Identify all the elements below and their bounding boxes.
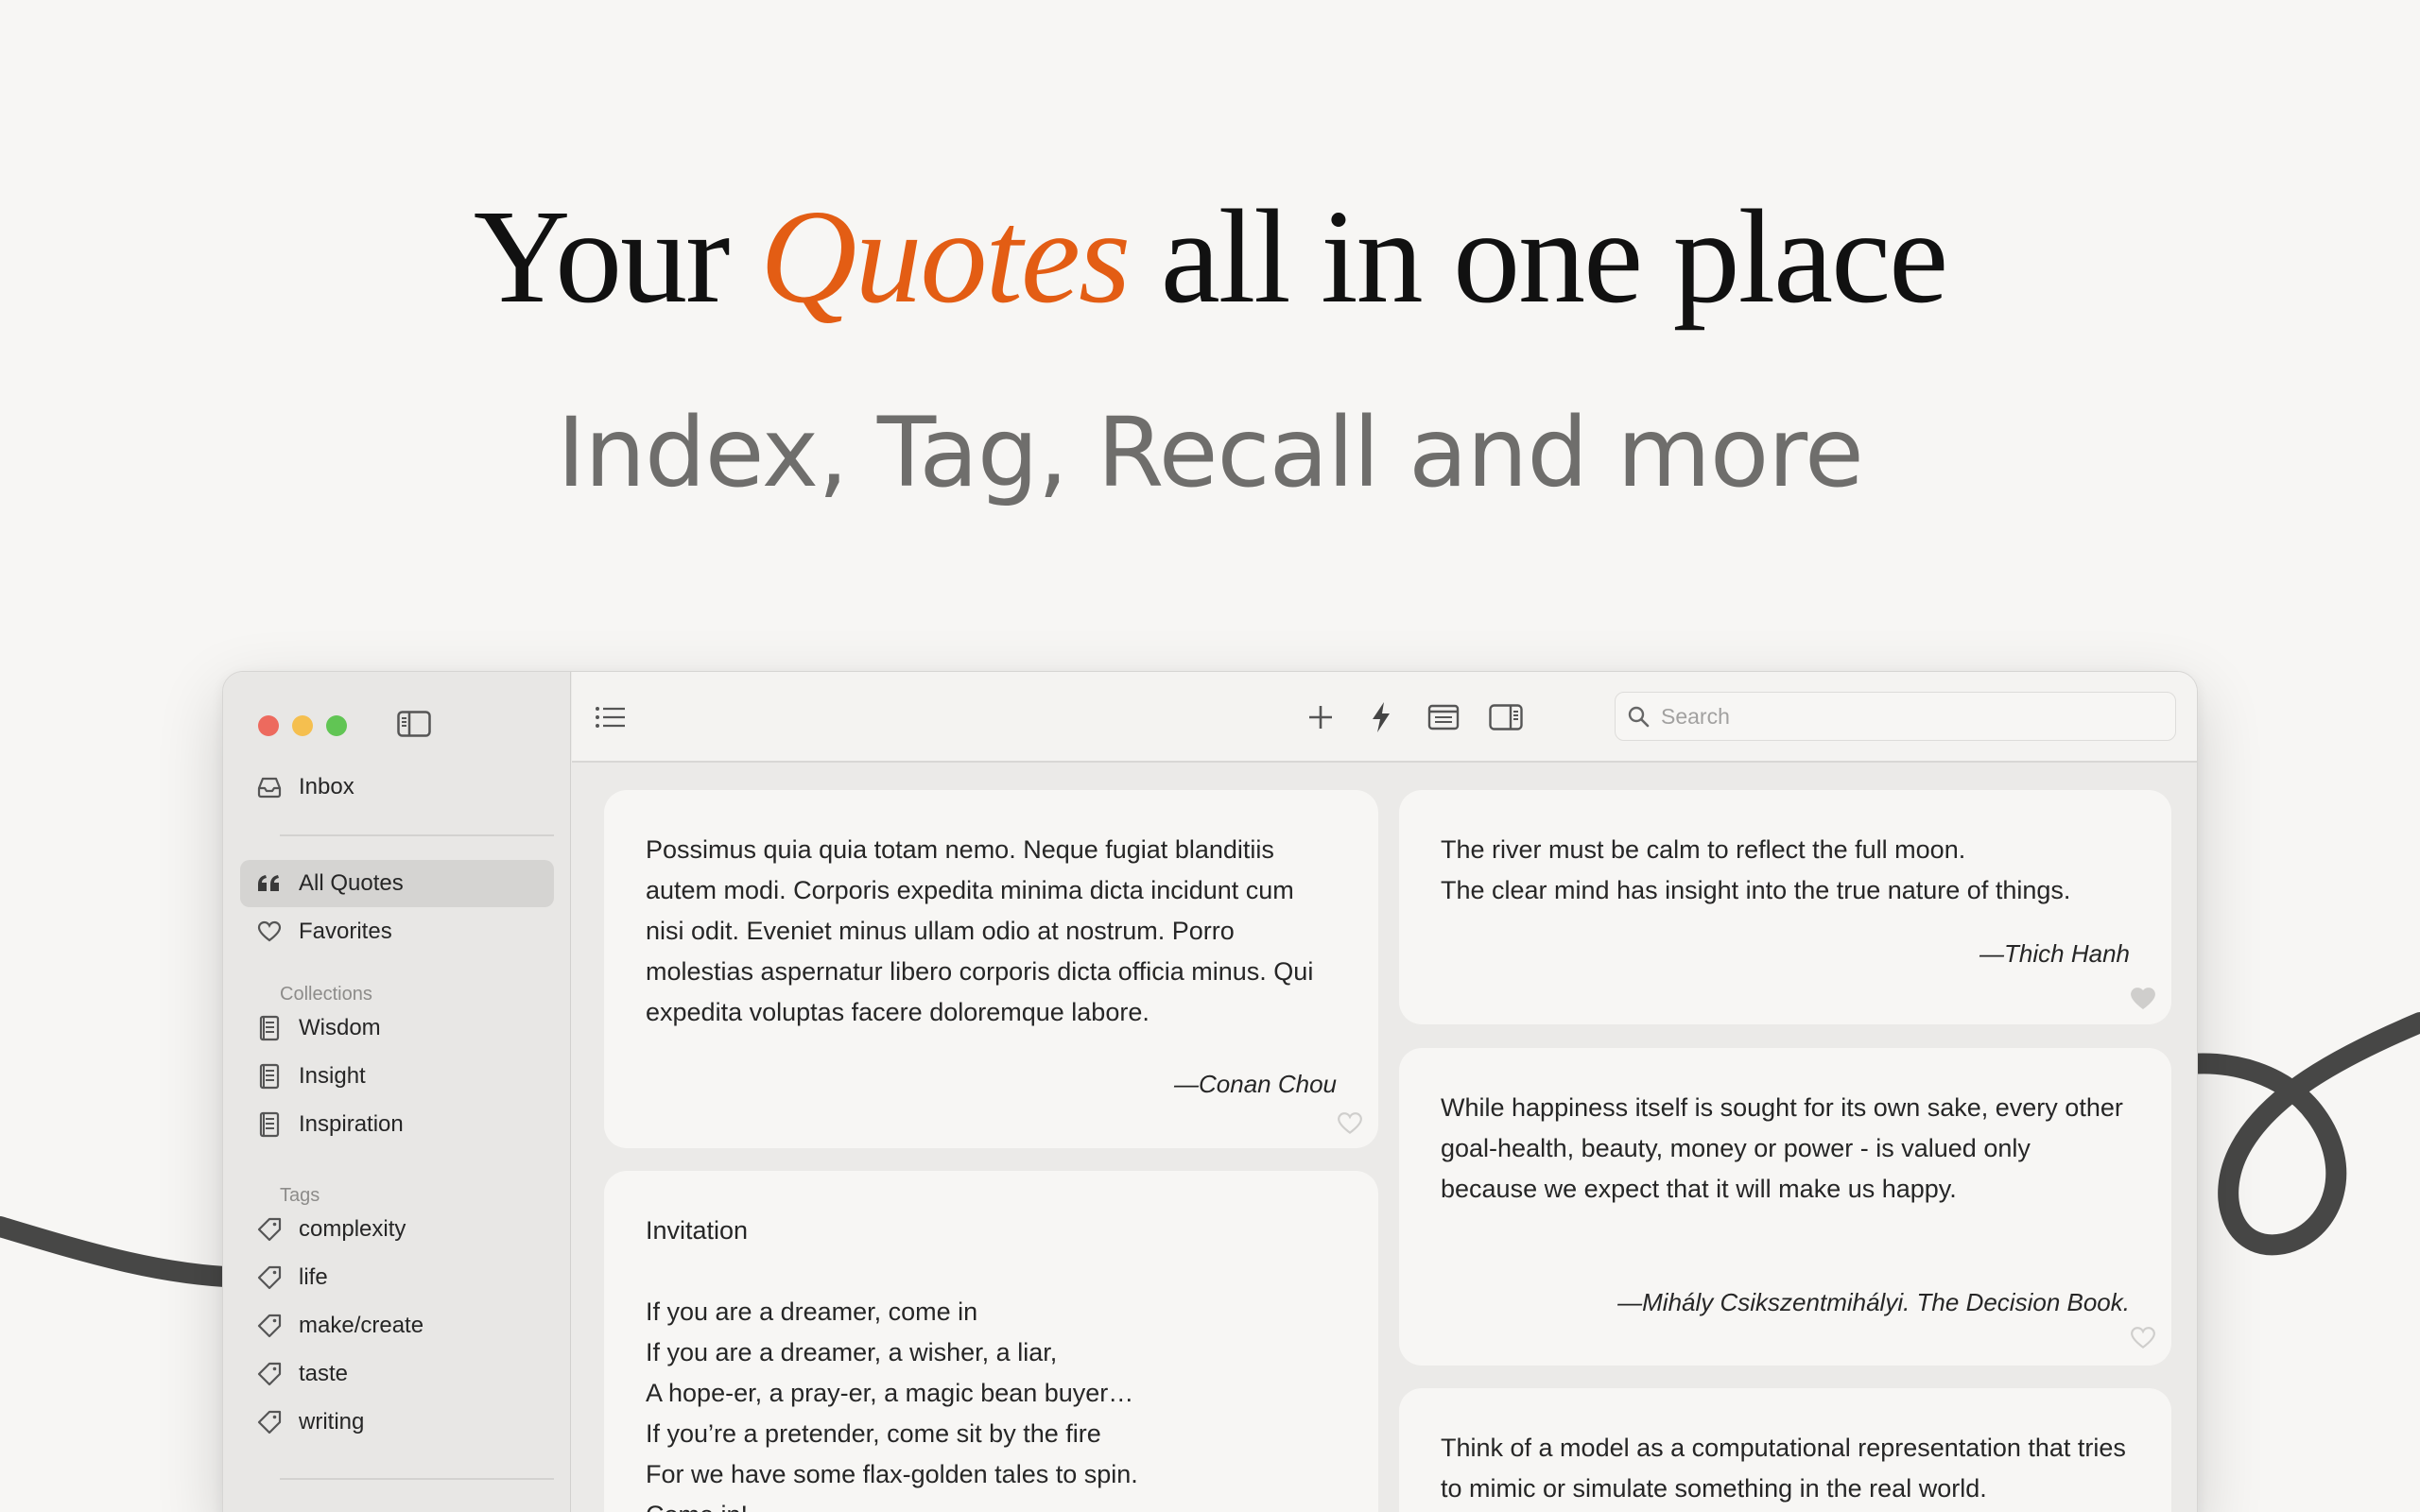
search-input[interactable] <box>1661 703 2152 730</box>
heart-icon[interactable] <box>2130 987 2156 1011</box>
collections-header: Collections <box>280 984 372 1005</box>
card-view-icon <box>1427 704 1460 730</box>
headline-part-1: Your <box>473 181 760 331</box>
tag-icon <box>255 1360 284 1388</box>
sidebar-item-tag-taste[interactable]: taste <box>240 1350 554 1398</box>
quote-icon <box>255 869 284 898</box>
sidebar-item-label: All Quotes <box>299 870 404 896</box>
toolbar <box>572 672 2197 763</box>
search-icon <box>1628 706 1650 728</box>
sidebar-toggle-icon <box>397 711 431 737</box>
sidebar-item-all-quotes[interactable]: All Quotes <box>240 860 554 907</box>
hero-subheadline: Index, Tag, Recall and more <box>557 397 1863 509</box>
quote-author: —Thich Hanh <box>1979 939 2130 968</box>
heart-icon <box>255 918 284 946</box>
heart-icon[interactable] <box>2130 1326 2156 1350</box>
list-icon <box>596 707 625 728</box>
notebook-icon <box>255 1014 284 1042</box>
sidebar-item-label: Inbox <box>299 774 354 799</box>
sidebar-item-label: make/create <box>299 1313 424 1338</box>
window-controls <box>258 715 347 736</box>
sidebar-item-tag-complexity[interactable]: complexity <box>240 1206 554 1253</box>
quote-card[interactable]: Possimus quia quia totam nemo. Neque fug… <box>604 790 1378 1148</box>
sidebar-item-label: Wisdom <box>299 1015 381 1040</box>
quote-text: While happiness itself is sought for its… <box>1441 1093 2123 1203</box>
sidebar-item-favorites[interactable]: Favorites <box>240 908 554 955</box>
quote-text: Possimus quia quia totam nemo. Neque fug… <box>646 835 1314 1026</box>
inbox-icon <box>255 773 284 801</box>
inspector-toggle-icon <box>1489 704 1523 730</box>
sidebar-item-insight[interactable]: Insight <box>240 1053 554 1100</box>
notebook-icon <box>255 1062 284 1091</box>
quick-capture-button[interactable] <box>1358 695 1404 740</box>
notebook-icon <box>255 1110 284 1139</box>
sidebar-item-tag-writing[interactable]: writing <box>240 1399 554 1446</box>
sidebar-toggle-button[interactable] <box>392 702 436 746</box>
zoom-window-button[interactable] <box>326 715 347 736</box>
headline-part-2: all in one place <box>1129 181 1948 331</box>
sidebar-item-inspiration[interactable]: Inspiration <box>240 1101 554 1148</box>
plus-icon <box>1309 706 1332 729</box>
minimize-window-button[interactable] <box>292 715 313 736</box>
quote-text: Think of a model as a computational repr… <box>1441 1434 2126 1503</box>
tag-icon <box>255 1215 284 1244</box>
card-view-button[interactable] <box>1421 695 1466 740</box>
sidebar-item-label: Favorites <box>299 919 392 944</box>
quote-card[interactable]: The river must be calm to reflect the fu… <box>1399 790 2171 1024</box>
add-quote-button[interactable] <box>1298 695 1343 740</box>
tag-icon <box>255 1408 284 1436</box>
sidebar-item-tag-make-create[interactable]: make/create <box>240 1302 554 1349</box>
sidebar-item-wisdom[interactable]: Wisdom <box>240 1005 554 1052</box>
sidebar-divider <box>280 834 554 836</box>
app-window: Inbox All Quotes Favorites Collections W… <box>222 671 2198 1512</box>
inspector-toggle-button[interactable] <box>1483 695 1529 740</box>
sidebar-item-label: complexity <box>299 1216 406 1242</box>
sidebar-item-inbox[interactable]: Inbox <box>240 764 554 811</box>
list-view-button[interactable] <box>588 695 633 740</box>
sidebar-item-label: life <box>299 1264 328 1290</box>
tag-icon <box>255 1312 284 1340</box>
sidebar-item-tag-life[interactable]: life <box>240 1254 554 1301</box>
sidebar-item-label: Inspiration <box>299 1111 404 1137</box>
quote-author: —Mihály Csikszentmihályi. The Decision B… <box>1617 1288 2130 1316</box>
quote-card[interactable]: Invitation If you are a dreamer, come in… <box>604 1171 1378 1512</box>
search-field[interactable] <box>1615 692 2176 741</box>
quote-card[interactable]: Think of a model as a computational repr… <box>1399 1388 2171 1512</box>
main-content: Possimus quia quia totam nemo. Neque fug… <box>572 672 2197 1512</box>
sidebar: Inbox All Quotes Favorites Collections W… <box>223 672 571 1512</box>
sidebar-item-label: Insight <box>299 1063 366 1089</box>
tag-icon <box>255 1263 284 1292</box>
quote-text: The river must be calm to reflect the fu… <box>1441 835 2071 904</box>
quote-text: Invitation If you are a dreamer, come in… <box>646 1216 1138 1512</box>
lightning-icon <box>1373 702 1390 732</box>
sidebar-item-label: taste <box>299 1361 349 1386</box>
sidebar-item-label: writing <box>299 1409 365 1435</box>
quote-author: —Conan Chou <box>1174 1070 1337 1098</box>
hero-headline: Your Quotes all in one place <box>0 185 2420 327</box>
heart-icon[interactable] <box>1337 1111 1363 1136</box>
sidebar-divider <box>280 1478 554 1480</box>
close-window-button[interactable] <box>258 715 279 736</box>
quote-card[interactable]: While happiness itself is sought for its… <box>1399 1048 2171 1366</box>
tags-header: Tags <box>280 1185 320 1206</box>
headline-accent-word: Quotes <box>759 181 1131 331</box>
